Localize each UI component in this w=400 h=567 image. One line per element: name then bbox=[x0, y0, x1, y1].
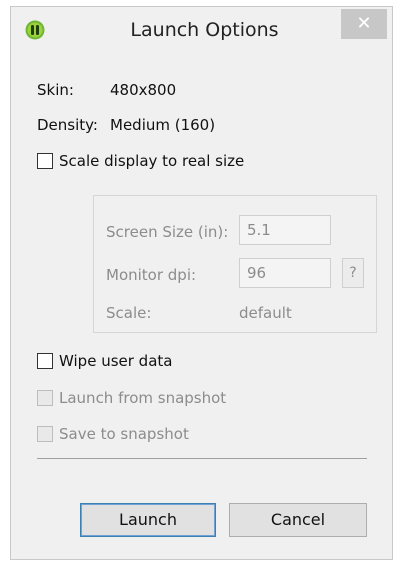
wipe-user-data-checkbox[interactable]: Wipe user data bbox=[37, 350, 172, 372]
scale-display-checkbox[interactable]: Scale display to real size bbox=[37, 150, 244, 172]
density-row: Density: Medium (160) bbox=[37, 116, 215, 134]
window-title: Launch Options bbox=[130, 19, 279, 41]
close-button[interactable]: ✕ bbox=[341, 9, 387, 39]
screen-size-label: Screen Size (in): bbox=[106, 223, 229, 241]
scale-settings-group: Screen Size (in): 5.1 Monitor dpi: 96 ? … bbox=[93, 195, 377, 333]
launch-options-dialog: Launch Options ✕ Skin: 480x800 Density: … bbox=[10, 6, 393, 560]
close-icon: ✕ bbox=[356, 13, 372, 34]
monitor-dpi-label: Monitor dpi: bbox=[106, 266, 197, 284]
scale-display-label: Scale display to real size bbox=[59, 152, 245, 170]
cancel-button[interactable]: Cancel bbox=[229, 503, 367, 537]
monitor-dpi-help-button[interactable]: ? bbox=[342, 258, 364, 288]
save-to-snapshot-checkbox[interactable]: Save to snapshot bbox=[37, 423, 189, 445]
separator-line bbox=[37, 458, 367, 459]
skin-value: 480x800 bbox=[110, 81, 177, 99]
scale-label: Scale: bbox=[106, 304, 152, 322]
launch-from-snapshot-checkbox[interactable]: Launch from snapshot bbox=[37, 387, 226, 409]
wipe-user-data-label: Wipe user data bbox=[59, 352, 173, 370]
launch-button[interactable]: Launch bbox=[80, 503, 216, 537]
dialog-content: Skin: 480x800 Density: Medium (160) Scal… bbox=[21, 53, 380, 553]
launch-from-snapshot-box[interactable] bbox=[37, 390, 53, 406]
skin-label: Skin: bbox=[37, 81, 74, 99]
title-bar: Launch Options ✕ bbox=[11, 7, 392, 53]
screen-size-input[interactable]: 5.1 bbox=[239, 215, 331, 245]
monitor-dpi-input[interactable]: 96 bbox=[239, 258, 331, 288]
launch-from-snapshot-label: Launch from snapshot bbox=[59, 389, 227, 407]
density-value: Medium (160) bbox=[110, 116, 216, 134]
density-label: Density: bbox=[37, 116, 98, 134]
wipe-user-data-box[interactable] bbox=[37, 353, 53, 369]
skin-row: Skin: 480x800 bbox=[37, 81, 176, 99]
scale-display-box[interactable] bbox=[37, 153, 53, 169]
save-to-snapshot-box[interactable] bbox=[37, 426, 53, 442]
save-to-snapshot-label: Save to snapshot bbox=[59, 425, 189, 443]
scale-value: default bbox=[239, 304, 292, 322]
